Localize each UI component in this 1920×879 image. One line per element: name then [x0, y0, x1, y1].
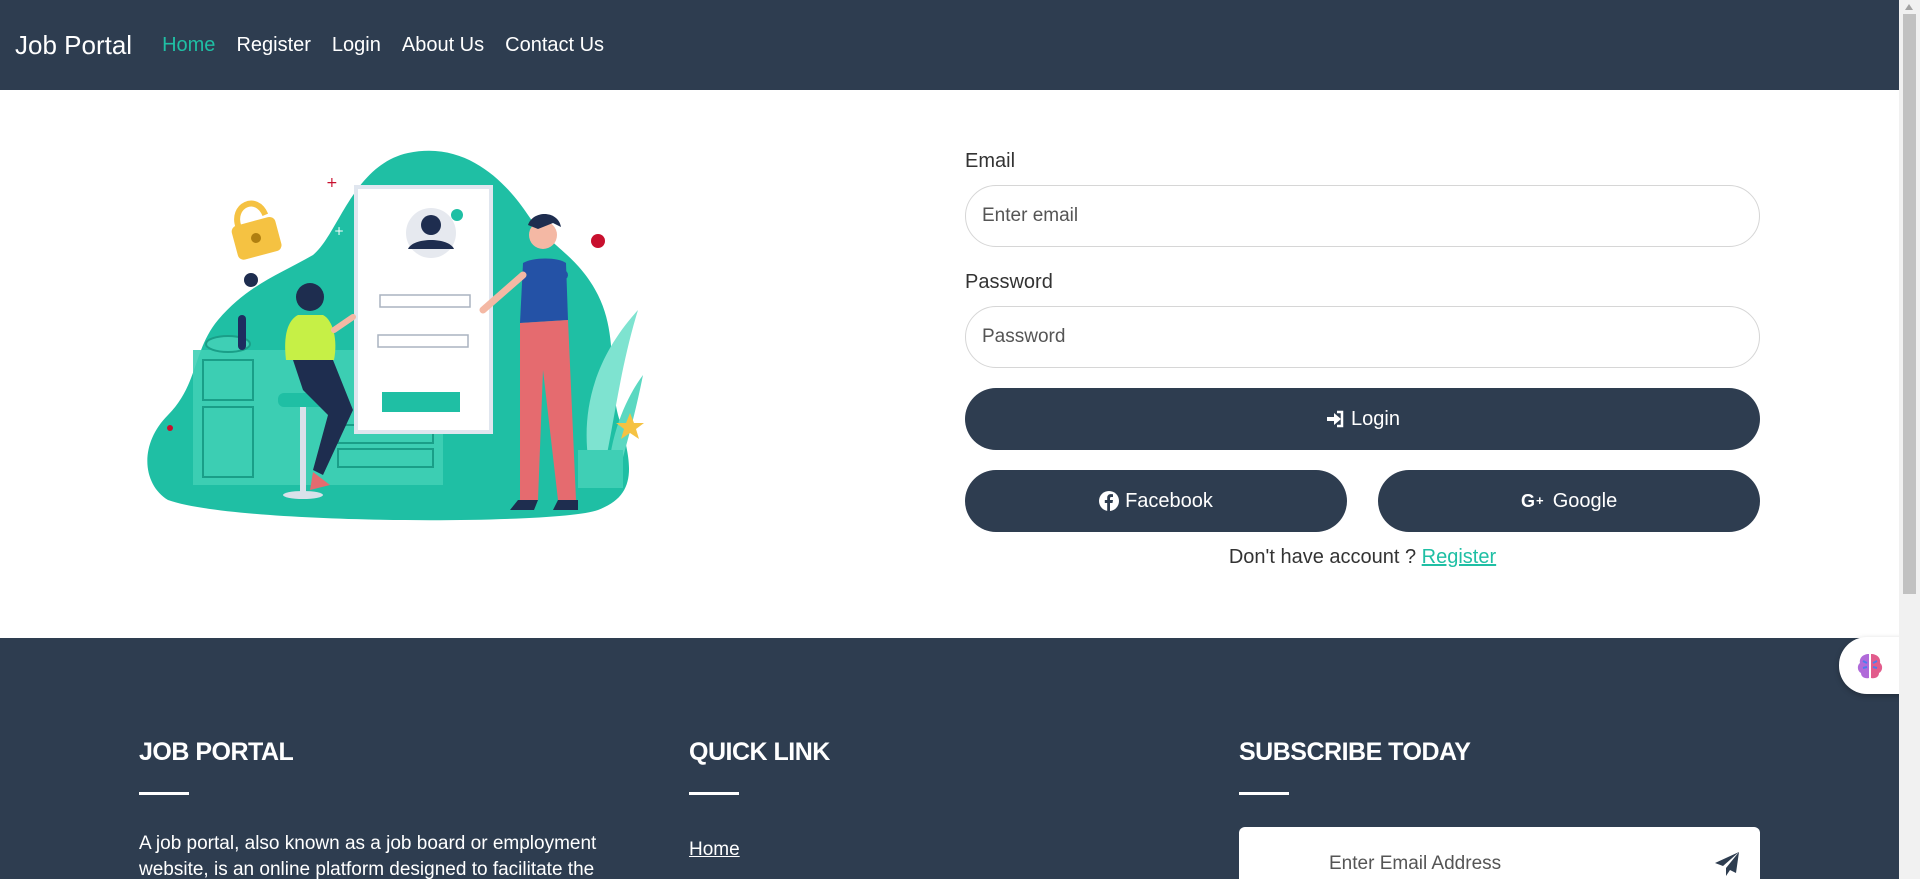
- footer-about-divider: [139, 792, 189, 795]
- password-input[interactable]: [965, 306, 1760, 368]
- footer-link-home[interactable]: Home: [689, 839, 740, 861]
- facebook-button-label: Facebook: [1125, 489, 1213, 512]
- nav-about-us[interactable]: About Us: [402, 34, 484, 57]
- facebook-icon: [1099, 491, 1120, 511]
- password-label: Password: [965, 271, 1053, 293]
- footer-about: JOB PORTAL A job portal, also known as a…: [139, 738, 629, 879]
- subscribe-email-input[interactable]: [1329, 853, 1689, 875]
- footer-subscribe-heading: SUBSCRIBE TODAY: [1239, 738, 1471, 766]
- footer-subscribe: SUBSCRIBE TODAY: [1239, 738, 1760, 879]
- page-scrollbar[interactable]: [1899, 0, 1920, 879]
- footer-subscribe-divider: [1239, 792, 1289, 795]
- navbar: Job Portal Home Register Login About Us …: [0, 0, 1899, 90]
- nav-login[interactable]: Login: [332, 34, 381, 57]
- svg-text:+: +: [326, 175, 338, 191]
- email-label: Email: [965, 150, 1016, 172]
- nav-home[interactable]: Home: [162, 34, 215, 57]
- nav-contact-us[interactable]: Contact Us: [505, 34, 604, 57]
- google-plus-icon: G +: [1521, 491, 1544, 511]
- login-form: Email Password Login Facebook G + Google: [965, 150, 1760, 569]
- brain-icon: [1857, 653, 1883, 678]
- login-button[interactable]: Login: [965, 388, 1760, 450]
- send-icon[interactable]: [1714, 851, 1740, 877]
- nav-register[interactable]: Register: [236, 34, 310, 57]
- subscribe-box: [1239, 827, 1760, 879]
- no-account-text: Don't have account ?: [1228, 546, 1417, 568]
- footer-quick-link: QUICK LINK Home: [689, 738, 830, 861]
- footer-about-heading: JOB PORTAL: [139, 738, 294, 766]
- google-button-label: Google: [1552, 489, 1618, 512]
- scroll-thumb[interactable]: [1903, 14, 1916, 594]
- register-link[interactable]: Register: [1422, 546, 1496, 568]
- login-illustration: + +: [147, 150, 644, 521]
- footer-about-text: A job portal, also known as a job board …: [139, 833, 597, 879]
- svg-text:+: +: [334, 224, 344, 238]
- email-input[interactable]: [965, 185, 1760, 247]
- google-button[interactable]: G + Google: [1378, 470, 1760, 532]
- no-account-line: Don't have account ? Register: [965, 546, 1760, 569]
- facebook-button[interactable]: Facebook: [965, 470, 1347, 532]
- brand-logo[interactable]: Job Portal: [15, 30, 132, 61]
- footer-quick-link-divider: [689, 792, 739, 795]
- svg-text:G: G: [1521, 491, 1535, 511]
- sign-in-icon: [1327, 410, 1344, 428]
- login-button-label: Login: [1351, 407, 1400, 430]
- scroll-up-arrow[interactable]: [1905, 4, 1913, 10]
- svg-text:+: +: [1536, 493, 1544, 508]
- footer: JOB PORTAL A job portal, also known as a…: [0, 638, 1899, 879]
- footer-quick-link-heading: QUICK LINK: [689, 738, 830, 766]
